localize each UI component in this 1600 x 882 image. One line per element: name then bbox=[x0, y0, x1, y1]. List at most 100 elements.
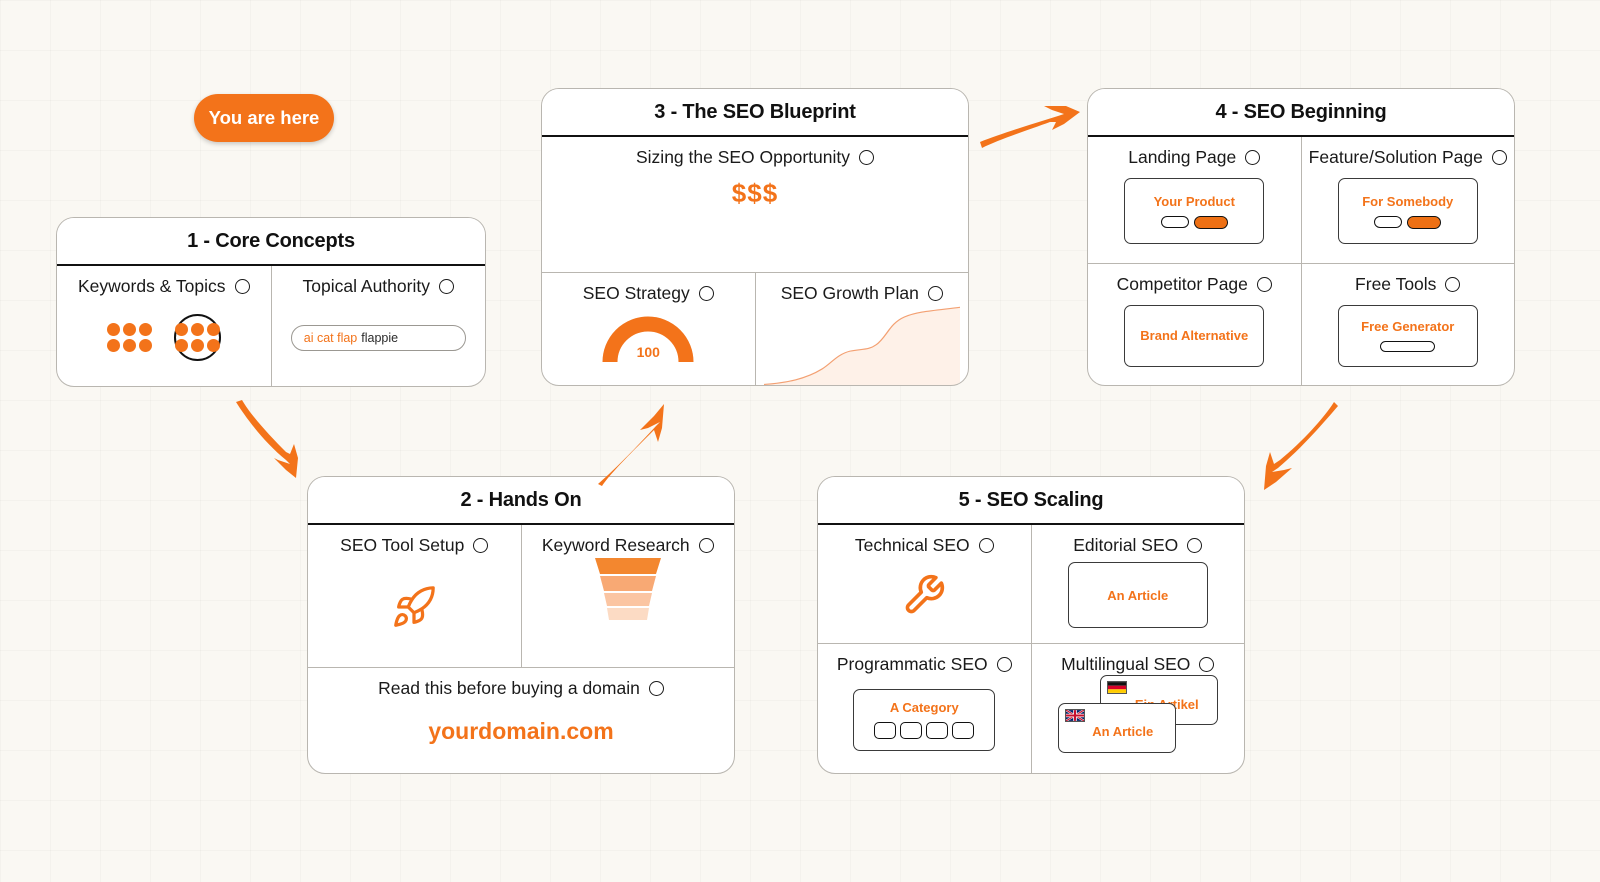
you-are-here-badge: You are here bbox=[194, 94, 334, 142]
card-body: Technical SEO Editorial SEO An Article P… bbox=[818, 525, 1244, 773]
card-seo-scaling[interactable]: 5 - SEO Scaling Technical SEO Editorial … bbox=[817, 476, 1245, 774]
page-mock-art: Brand Alternative bbox=[1096, 295, 1293, 378]
tool-input-shape bbox=[1380, 341, 1436, 353]
arrow-3-to-4 bbox=[980, 106, 1080, 148]
domain-example-text: yourdomain.com bbox=[428, 718, 614, 745]
landing-page-mock: Your Product bbox=[1124, 178, 1265, 245]
status-circle-icon bbox=[648, 680, 664, 696]
card-row: Landing Page Your Product Feature/Soluti… bbox=[1088, 137, 1514, 263]
status-circle-icon bbox=[859, 150, 874, 165]
status-circle-icon bbox=[698, 538, 714, 553]
cell-label: SEO Strategy bbox=[582, 282, 690, 303]
cell-label: Editorial SEO bbox=[1073, 535, 1179, 555]
card-seo-blueprint[interactable]: 3 - The SEO Blueprint Sizing the SEO Opp… bbox=[541, 88, 969, 386]
cell-sizing-opportunity[interactable]: Sizing the SEO Opportunity $$$ bbox=[542, 137, 968, 272]
gauge-value-text: 100 bbox=[636, 343, 660, 360]
page-mock-art: Your Product bbox=[1096, 168, 1293, 255]
cell-programmatic-seo[interactable]: Programmatic SEO A Category bbox=[818, 644, 1031, 774]
cell-header: Technical SEO bbox=[855, 535, 994, 556]
article-mock: An Article bbox=[1067, 562, 1208, 629]
arrow-2-to-3 bbox=[598, 404, 664, 486]
cell-buying-a-domain[interactable]: Read this before buying a domain yourdom… bbox=[308, 668, 734, 773]
cell-technical-seo[interactable]: Technical SEO bbox=[818, 525, 1031, 643]
card-title: 5 - SEO Scaling bbox=[818, 477, 1244, 525]
card-title: 4 - SEO Beginning bbox=[1088, 89, 1514, 137]
feature-page-mock: For Somebody bbox=[1337, 178, 1478, 245]
topic-cluster-circle-icon bbox=[173, 314, 221, 361]
cell-label: Technical SEO bbox=[854, 535, 970, 555]
you-are-here-label: You are here bbox=[208, 107, 320, 128]
rocket-art bbox=[316, 556, 513, 659]
card-row: Sizing the SEO Opportunity $$$ bbox=[542, 137, 968, 272]
status-circle-icon bbox=[1256, 276, 1272, 292]
cell-multilingual-seo[interactable]: Multilingual SEO Ein Artikel bbox=[1030, 643, 1245, 773]
status-circle-icon bbox=[1187, 538, 1203, 553]
card-row: SEO Strategy 100 SEO Growth Plan bbox=[542, 271, 969, 385]
arrow-4-to-5 bbox=[1264, 402, 1338, 490]
flag-germany-icon bbox=[1106, 680, 1127, 694]
cell-keyword-research[interactable]: Keyword Research bbox=[520, 525, 735, 667]
search-suggestion-pill: ai cat flap flappie bbox=[290, 324, 466, 351]
cell-header: Sizing the SEO Opportunity bbox=[636, 147, 874, 168]
funnel-art bbox=[530, 556, 727, 659]
status-circle-icon bbox=[438, 279, 454, 294]
cell-label: Competitor Page bbox=[1116, 273, 1248, 294]
card-body: Landing Page Your Product Feature/Soluti… bbox=[1088, 137, 1514, 385]
card-title: 2 - Hands On bbox=[308, 477, 734, 525]
cell-free-tools[interactable]: Free Tools Free Generator bbox=[1300, 263, 1515, 385]
cell-label: Keyword Research bbox=[541, 535, 690, 555]
flag-uk-icon bbox=[1064, 708, 1085, 722]
status-circle-icon bbox=[927, 285, 943, 301]
cell-header: Programmatic SEO bbox=[837, 654, 1012, 675]
mock-label: For Somebody bbox=[1362, 193, 1454, 209]
mock-label: Brand Alternative bbox=[1140, 328, 1249, 344]
cell-label: SEO Tool Setup bbox=[340, 535, 465, 555]
dot-clusters-art bbox=[65, 297, 263, 378]
cell-label: SEO Growth Plan bbox=[780, 282, 919, 303]
card-body: SEO Tool Setup Keyword Research Read thi… bbox=[308, 525, 734, 773]
card-row: Keywords & Topics Topical Authority ai c… bbox=[57, 266, 485, 386]
cell-seo-tool-setup[interactable]: SEO Tool Setup bbox=[308, 525, 521, 667]
page-mock-art: An Article bbox=[1040, 556, 1237, 635]
mock-label: A Category bbox=[889, 700, 959, 716]
status-circle-icon bbox=[1491, 150, 1507, 165]
status-circle-icon bbox=[1245, 150, 1261, 165]
card-seo-beginning[interactable]: 4 - SEO Beginning Landing Page Your Prod… bbox=[1087, 88, 1515, 386]
card-row: Read this before buying a domain yourdom… bbox=[308, 666, 734, 773]
funnel-icon bbox=[594, 558, 661, 620]
roadmap-canvas: You are here 1 - Core Concepts Keywords … bbox=[0, 0, 1600, 882]
card-title: 3 - The SEO Blueprint bbox=[542, 89, 968, 137]
dollars-art: $$$ bbox=[550, 168, 960, 264]
cell-competitor-page[interactable]: Competitor Page Brand Alternative bbox=[1088, 264, 1301, 386]
cell-landing-page[interactable]: Landing Page Your Product bbox=[1088, 137, 1301, 263]
wrench-icon bbox=[905, 575, 945, 614]
cell-editorial-seo[interactable]: Editorial SEO An Article bbox=[1030, 525, 1245, 643]
cell-feature-solution-page[interactable]: Feature/Solution Page For Somebody bbox=[1300, 137, 1515, 263]
keyword-dot-grid bbox=[106, 323, 152, 352]
multilingual-stack: Ein Artikel An Article bbox=[1057, 674, 1218, 753]
cell-label: Programmatic SEO bbox=[836, 653, 988, 674]
cell-seo-strategy[interactable]: SEO Strategy 100 bbox=[542, 273, 755, 385]
growth-chart-icon bbox=[763, 306, 960, 385]
cell-header: Topical Authority bbox=[303, 276, 454, 297]
cell-topical-authority[interactable]: Topical Authority ai cat flap flappie bbox=[270, 266, 486, 386]
card-title: 1 - Core Concepts bbox=[57, 218, 485, 266]
cell-seo-growth-plan[interactable]: SEO Growth Plan bbox=[754, 272, 969, 385]
card-hands-on[interactable]: 2 - Hands On SEO Tool Setup Keyword Rese… bbox=[307, 476, 735, 774]
cell-label: Keywords & Topics bbox=[77, 276, 226, 296]
cell-header: Competitor Page bbox=[1117, 274, 1272, 295]
cell-header: Feature/Solution Page bbox=[1309, 147, 1507, 168]
growth-chart-art bbox=[763, 304, 960, 385]
wrench-art bbox=[826, 556, 1023, 635]
category-mock: A Category bbox=[853, 688, 996, 751]
cell-header: Editorial SEO bbox=[1073, 535, 1203, 556]
cell-keywords-topics[interactable]: Keywords & Topics bbox=[57, 266, 271, 386]
page-stack-art: Ein Artikel An Article bbox=[1040, 674, 1237, 766]
status-circle-icon bbox=[1445, 276, 1461, 292]
cell-header: Keywords & Topics bbox=[78, 276, 250, 297]
card-core-concepts[interactable]: 1 - Core Concepts Keywords & Topics Topi… bbox=[56, 217, 486, 387]
status-circle-icon bbox=[996, 656, 1012, 672]
card-body: Keywords & Topics Topical Authority ai c… bbox=[57, 266, 485, 386]
page-mock-art: For Somebody bbox=[1310, 168, 1507, 255]
cell-header: SEO Growth Plan bbox=[781, 283, 943, 304]
